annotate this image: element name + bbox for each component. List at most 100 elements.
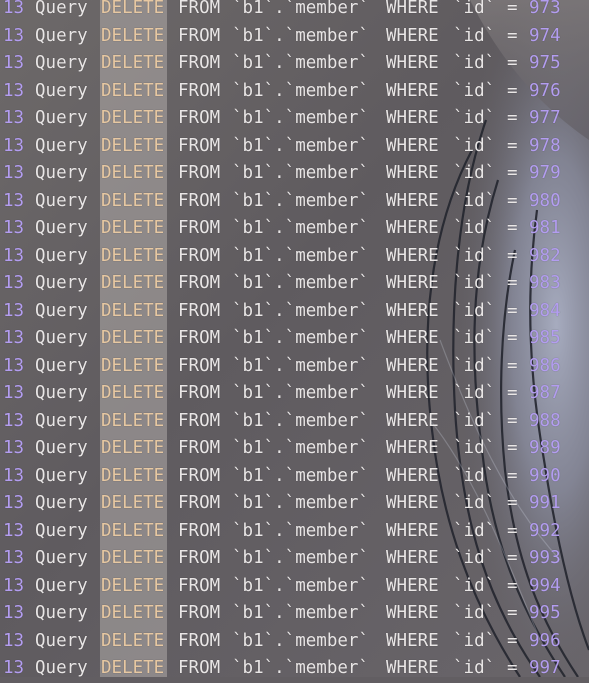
id-value: 986 <box>529 355 561 376</box>
operator: = <box>507 575 518 596</box>
command-type: Query <box>35 273 88 293</box>
where-keyword: WHERE <box>386 328 439 348</box>
thread-id: 13 <box>3 603 25 623</box>
operator: = <box>507 438 518 458</box>
where-keyword: WHERE <box>386 300 439 321</box>
column-name: `id` <box>453 328 496 348</box>
thread-id: 13 <box>3 328 25 348</box>
table-name: `b1`.`member` <box>232 218 369 238</box>
sql-keyword: DELETE <box>101 53 165 73</box>
operator: = <box>507 630 518 651</box>
table-name: `b1`.`member` <box>232 80 369 101</box>
table-name: `b1`.`member` <box>232 465 369 486</box>
column-name: `id` <box>453 465 496 486</box>
thread-id: 13 <box>3 25 25 46</box>
table-name: `b1`.`member` <box>232 163 369 183</box>
table-name: `b1`.`member` <box>232 603 369 623</box>
from-keyword: FROM <box>178 355 221 376</box>
id-value: 994 <box>529 575 561 596</box>
command-type: Query <box>35 410 88 431</box>
where-keyword: WHERE <box>386 630 439 651</box>
sql-keyword: DELETE <box>101 575 165 596</box>
table-name: `b1`.`member` <box>232 548 369 568</box>
thread-id: 13 <box>3 493 25 513</box>
command-type: Query <box>35 658 88 678</box>
id-value: 983 <box>529 273 561 293</box>
sql-keyword: DELETE <box>101 383 165 403</box>
from-keyword: FROM <box>178 438 221 458</box>
sql-keyword: DELETE <box>101 630 165 651</box>
id-value: 990 <box>529 465 561 486</box>
column-name: `id` <box>453 355 496 376</box>
sql-keyword: DELETE <box>101 465 165 486</box>
sql-keyword: DELETE <box>101 658 165 678</box>
column-name: `id` <box>453 548 496 568</box>
command-type: Query <box>35 53 88 73</box>
column-name: `id` <box>453 575 496 596</box>
column-name: `id` <box>453 135 496 156</box>
thread-id: 13 <box>3 0 25 18</box>
from-keyword: FROM <box>178 163 221 183</box>
id-value: 977 <box>529 108 561 128</box>
column-name: `id` <box>453 300 496 321</box>
table-name: `b1`.`member` <box>232 328 369 348</box>
id-value: 991 <box>529 493 561 513</box>
operator: = <box>507 603 518 623</box>
column-name: `id` <box>453 108 496 128</box>
table-name: `b1`.`member` <box>232 273 369 293</box>
column-name: `id` <box>453 493 496 513</box>
from-keyword: FROM <box>178 53 221 73</box>
column-name: `id` <box>453 658 496 678</box>
where-keyword: WHERE <box>386 465 439 486</box>
operator: = <box>507 25 518 46</box>
thread-id: 13 <box>3 383 25 403</box>
table-name: `b1`.`member` <box>232 658 369 678</box>
thread-id: 13 <box>3 190 25 211</box>
column-name: `id` <box>453 245 496 266</box>
log-viewer: { "app": { "colors": { "text": "#e9e6e6"… <box>0 0 589 678</box>
thread-id: 13 <box>3 658 25 678</box>
table-name: `b1`.`member` <box>232 355 369 376</box>
where-keyword: WHERE <box>386 0 439 18</box>
where-keyword: WHERE <box>386 355 439 376</box>
id-value: 988 <box>529 410 561 431</box>
where-keyword: WHERE <box>386 80 439 101</box>
thread-id: 13 <box>3 163 25 183</box>
where-keyword: WHERE <box>386 493 439 513</box>
table-name: `b1`.`member` <box>232 25 369 46</box>
column-name: `id` <box>453 53 496 73</box>
operator: = <box>507 135 518 156</box>
command-type: Query <box>35 328 88 348</box>
table-name: `b1`.`member` <box>232 630 369 651</box>
thread-id: 13 <box>3 410 25 431</box>
table-name: `b1`.`member` <box>232 438 369 458</box>
command-type: Query <box>35 108 88 128</box>
thread-id: 13 <box>3 80 25 101</box>
table-name: `b1`.`member` <box>232 0 369 18</box>
sql-keyword: DELETE <box>101 218 165 238</box>
operator: = <box>507 80 518 101</box>
id-value: 982 <box>529 245 561 266</box>
operator: = <box>507 108 518 128</box>
command-type: Query <box>35 575 88 596</box>
id-value: 992 <box>529 520 561 541</box>
thread-id: 13 <box>3 108 25 128</box>
from-keyword: FROM <box>178 328 221 348</box>
thread-id: 13 <box>3 218 25 238</box>
sql-keyword: DELETE <box>101 245 165 266</box>
operator: = <box>507 328 518 348</box>
table-name: `b1`.`member` <box>232 108 369 128</box>
id-value: 995 <box>529 603 561 623</box>
table-name: `b1`.`member` <box>232 575 369 596</box>
command-type: Query <box>35 245 88 266</box>
command-type: Query <box>35 80 88 101</box>
operator: = <box>507 493 518 513</box>
from-keyword: FROM <box>178 383 221 403</box>
command-type: Query <box>35 465 88 486</box>
sql-keyword: DELETE <box>101 603 165 623</box>
command-type: Query <box>35 520 88 541</box>
from-keyword: FROM <box>178 300 221 321</box>
command-type: Query <box>35 25 88 46</box>
table-name: `b1`.`member` <box>232 383 369 403</box>
table-name: `b1`.`member` <box>232 493 369 513</box>
